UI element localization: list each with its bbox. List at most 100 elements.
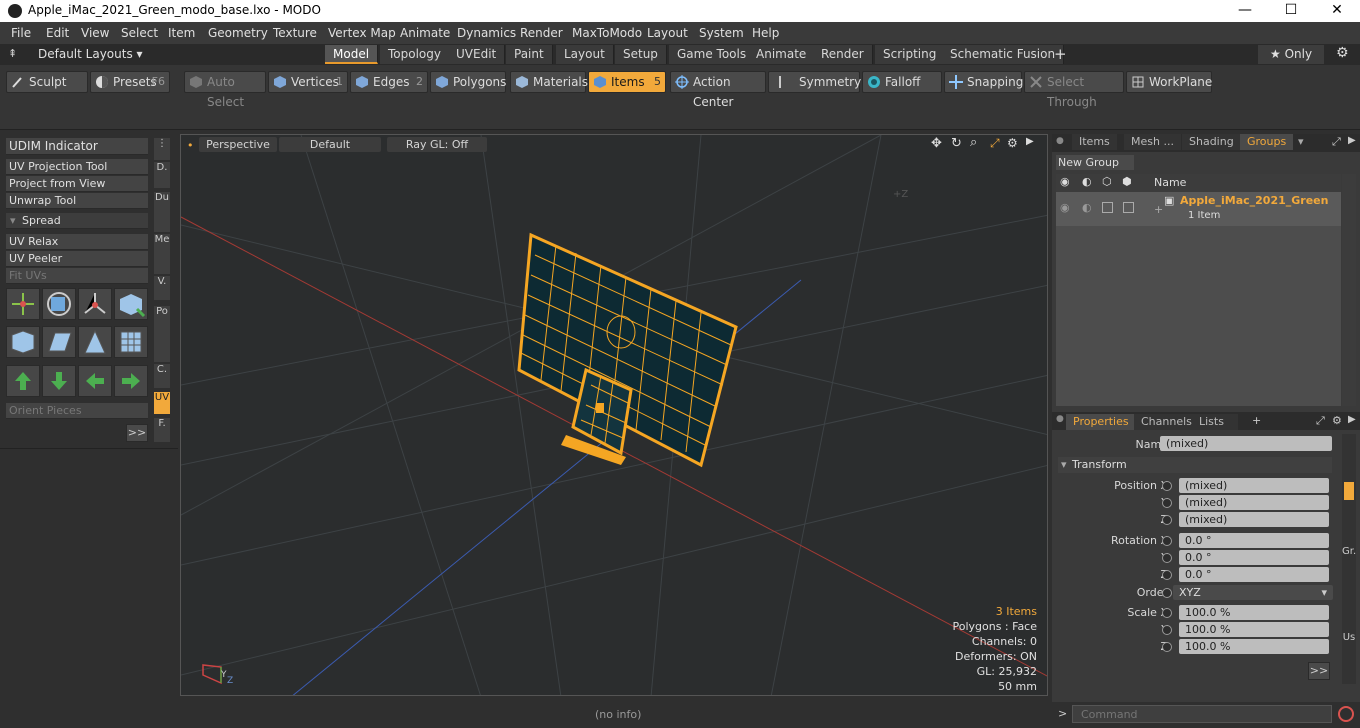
visibility-eye-icon[interactable]: ◉ bbox=[1060, 175, 1070, 188]
gear-icon[interactable]: ⚙ bbox=[1336, 45, 1349, 61]
imac-wireframe[interactable] bbox=[517, 232, 738, 468]
spread-section[interactable]: ▾ Spread bbox=[6, 213, 148, 229]
render-icon[interactable]: ◐ bbox=[1082, 175, 1092, 188]
groups-scrollbar[interactable] bbox=[1342, 174, 1356, 406]
menu-dynamics[interactable]: Dynamics bbox=[457, 26, 516, 40]
align-right-icon[interactable] bbox=[114, 365, 148, 397]
scale-z-radio[interactable] bbox=[1162, 642, 1172, 652]
scale-y-radio[interactable] bbox=[1162, 625, 1172, 635]
side-tab-us[interactable]: Us bbox=[1342, 632, 1356, 643]
pan-icon[interactable]: ✥ bbox=[931, 136, 942, 151]
position-z-field[interactable]: (mixed) bbox=[1179, 512, 1329, 527]
tab-render[interactable]: Render bbox=[813, 45, 873, 64]
rotate-icon[interactable]: ↻ bbox=[951, 136, 962, 151]
tab-uvedit[interactable]: UVEdit bbox=[448, 45, 506, 64]
order-dropdown[interactable]: XYZ ▾ bbox=[1173, 585, 1333, 600]
name-field[interactable]: (mixed) bbox=[1160, 436, 1332, 451]
scale-y-field[interactable]: 100.0 % bbox=[1179, 622, 1329, 637]
vtab-v[interactable]: V. bbox=[154, 276, 170, 300]
uv-cube-icon[interactable] bbox=[6, 326, 40, 358]
properties-scroll-thumb[interactable] bbox=[1344, 482, 1354, 500]
udim-indicator-button[interactable]: UDIM Indicator bbox=[6, 138, 148, 155]
more-tools-button[interactable]: >> bbox=[126, 424, 148, 442]
uv-checker-icon[interactable] bbox=[114, 326, 148, 358]
fit-uvs-button[interactable]: Fit UVs bbox=[6, 268, 148, 284]
menu-geometry[interactable]: Geometry bbox=[208, 26, 268, 40]
tabs-dropdown-icon[interactable]: ▾ bbox=[1298, 135, 1304, 148]
properties-more-button[interactable]: >> bbox=[1308, 662, 1330, 680]
properties-more-icon[interactable]: ▶ bbox=[1348, 414, 1356, 425]
rotation-z-radio[interactable] bbox=[1162, 570, 1172, 580]
falloff-button[interactable]: Falloff bbox=[862, 71, 942, 93]
tab-game-tools[interactable]: Game Tools bbox=[669, 45, 756, 64]
vtab-me[interactable]: Me bbox=[154, 234, 170, 274]
rotation-y-field[interactable]: 0.0 ° bbox=[1179, 550, 1329, 565]
position-y-radio[interactable] bbox=[1162, 498, 1172, 508]
panel-more-icon[interactable]: ▶ bbox=[1348, 135, 1356, 146]
items-button[interactable]: Items 5 bbox=[588, 71, 666, 93]
auto-select-button[interactable]: Auto Select bbox=[184, 71, 266, 109]
properties-settings-icon[interactable]: ⚙ bbox=[1332, 414, 1342, 427]
new-group-button[interactable]: New Group bbox=[1056, 155, 1134, 170]
orient-pieces-button[interactable]: Orient Pieces bbox=[6, 403, 148, 419]
align-up-icon[interactable] bbox=[6, 365, 40, 397]
collapse-icon[interactable]: ⇞ bbox=[8, 47, 17, 60]
side-tab-gr[interactable]: Gr. bbox=[1342, 546, 1356, 557]
uv-peeler-button[interactable]: UV Peeler bbox=[6, 251, 148, 267]
rotation-y-radio[interactable] bbox=[1162, 553, 1172, 563]
groups-list[interactable]: ◉ ◐ ⬡ ⬢ Name ◉ ◐ + ▣ Apple_iMac_2021_Gre… bbox=[1056, 174, 1341, 406]
viewport-expand-icon[interactable]: ▶ bbox=[1026, 136, 1034, 147]
menu-view[interactable]: View bbox=[81, 26, 109, 40]
materials-button[interactable]: Materials bbox=[510, 71, 588, 93]
menu-layout[interactable]: Layout bbox=[647, 26, 688, 40]
tab-groups[interactable]: Groups bbox=[1240, 134, 1294, 150]
menu-system[interactable]: System bbox=[699, 26, 744, 40]
tab-layout[interactable]: Layout bbox=[556, 45, 614, 64]
add-tab-button[interactable]: + bbox=[1054, 45, 1067, 63]
tab-setup[interactable]: Setup bbox=[615, 45, 667, 64]
properties-expand-icon[interactable]: ⤢ bbox=[1316, 414, 1325, 428]
only-toggle[interactable]: ★ Only bbox=[1258, 45, 1324, 64]
maximize-button[interactable]: ☐ bbox=[1268, 0, 1314, 22]
vtab-po[interactable]: Po bbox=[154, 306, 170, 362]
menu-edit[interactable]: Edit bbox=[46, 26, 69, 40]
workplane-button[interactable]: WorkPlane bbox=[1126, 71, 1212, 93]
uv-transform-icon[interactable] bbox=[114, 288, 148, 320]
polygons-button[interactable]: Polygons bbox=[430, 71, 506, 93]
expand-plus-icon[interactable]: + bbox=[1154, 203, 1163, 216]
group-name[interactable]: Apple_iMac_2021_Green bbox=[1180, 194, 1328, 207]
position-x-field[interactable]: (mixed) bbox=[1179, 478, 1329, 493]
select-through-button[interactable]: Select Through bbox=[1024, 71, 1124, 109]
menu-select[interactable]: Select bbox=[121, 26, 158, 40]
tab-model[interactable]: Model bbox=[325, 45, 379, 64]
tab-shading[interactable]: Shading bbox=[1182, 134, 1241, 150]
vtab-c[interactable]: C. bbox=[154, 364, 170, 388]
scale-z-field[interactable]: 100.0 % bbox=[1179, 639, 1329, 654]
position-z-radio[interactable] bbox=[1162, 515, 1172, 525]
zoom-icon[interactable]: ⌕ bbox=[970, 135, 977, 150]
rotation-x-field[interactable]: 0.0 ° bbox=[1179, 533, 1329, 548]
raygl-toggle[interactable]: Ray GL: Off bbox=[387, 137, 487, 152]
uv-relax-button[interactable]: UV Relax bbox=[6, 234, 148, 250]
tab-properties[interactable]: Properties bbox=[1066, 414, 1136, 430]
vtab-d[interactable]: D. bbox=[154, 162, 170, 188]
order-radio[interactable] bbox=[1162, 588, 1172, 598]
vtab-uv[interactable]: UV bbox=[154, 392, 170, 414]
record-macro-icon[interactable] bbox=[1338, 706, 1354, 722]
minimize-button[interactable]: — bbox=[1222, 0, 1268, 22]
lock-icon[interactable]: ⬡ bbox=[1102, 175, 1112, 188]
menu-animate[interactable]: Animate bbox=[400, 26, 450, 40]
align-down-icon[interactable] bbox=[42, 365, 76, 397]
tab-schematic-fusion[interactable]: Schematic Fusion bbox=[942, 45, 1065, 64]
uv-grid-icon[interactable] bbox=[42, 326, 76, 358]
snapping-button[interactable]: Snapping bbox=[944, 71, 1023, 93]
vertices-button[interactable]: Vertices 1 bbox=[268, 71, 348, 93]
sculpt-button[interactable]: Sculpt bbox=[6, 71, 88, 93]
default-shading-dropdown[interactable]: Default bbox=[279, 137, 381, 152]
scale-x-field[interactable]: 100.0 % bbox=[1179, 605, 1329, 620]
align-left-icon[interactable] bbox=[78, 365, 112, 397]
scene-canvas[interactable]: +Z YZ bbox=[181, 135, 1048, 696]
rotation-z-field[interactable]: 0.0 ° bbox=[1179, 567, 1329, 582]
rotation-x-radio[interactable] bbox=[1162, 536, 1172, 546]
uv-scale-icon[interactable] bbox=[78, 288, 112, 320]
